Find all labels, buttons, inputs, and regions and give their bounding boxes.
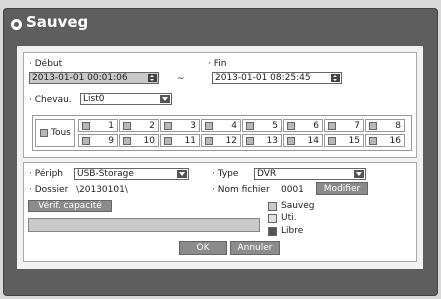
channel-number: 3 (190, 120, 196, 131)
channel-group: Tous 1 2 3 4 5 6 7 8 9 10 11 12 13 14 15 16 (32, 115, 412, 151)
channel-checkbox-15[interactable]: 15 (324, 134, 364, 147)
checkbox-icon[interactable] (123, 121, 131, 130)
fin-spinner-icon[interactable] (331, 74, 340, 82)
periph-label: · Périph (29, 169, 63, 179)
channel-grid: 1 2 3 4 5 6 7 8 9 10 11 12 13 14 15 16 (78, 119, 405, 147)
backup-icon (11, 19, 22, 30)
checkbox-icon[interactable] (205, 121, 213, 130)
legend-uti-swatch (268, 213, 277, 223)
debut-spinner-icon[interactable] (148, 74, 157, 82)
channel-number: 8 (395, 120, 401, 131)
channel-checkbox-7[interactable]: 7 (324, 119, 364, 132)
chevron-down-icon[interactable] (160, 95, 170, 103)
ok-button[interactable]: OK (179, 241, 227, 255)
content-panel: · Début 2013-01-01 00:01:06 ~ · Fin 2013… (17, 46, 423, 269)
tous-label: Tous (51, 128, 71, 138)
debut-label: · Début (29, 59, 63, 69)
channel-checkbox-10[interactable]: 10 (119, 134, 159, 147)
channel-checkbox-13[interactable]: 13 (242, 134, 282, 147)
checkbox-icon[interactable] (82, 121, 90, 130)
channel-checkbox-8[interactable]: 8 (365, 119, 405, 132)
fin-label: · Fin (208, 59, 227, 69)
legend-libre-swatch (268, 226, 277, 236)
annuler-button[interactable]: Annuler (230, 241, 280, 255)
checkbox-icon[interactable] (123, 136, 131, 145)
window-title: Sauveg (26, 13, 89, 31)
channel-checkbox-4[interactable]: 4 (201, 119, 241, 132)
checkbox-icon[interactable] (82, 136, 90, 145)
legend-libre-label: Libre (281, 226, 304, 236)
channel-number: 7 (354, 120, 360, 131)
cheval-label: · Chevau. (29, 95, 72, 105)
backup-window: Sauveg · Début 2013-01-01 00:01:06 ~ · F… (3, 8, 438, 296)
checkbox-icon[interactable] (164, 136, 172, 145)
checkbox-icon[interactable] (246, 136, 254, 145)
channel-number: 16 (389, 135, 401, 146)
checkbox-icon[interactable] (328, 121, 336, 130)
legend-sauveg-label: Sauveg (281, 201, 315, 211)
legend-uti: Uti. (268, 213, 296, 223)
channel-number: 12 (225, 135, 237, 146)
legend-sauveg: Sauveg (268, 201, 315, 211)
channel-number: 5 (272, 120, 278, 131)
checkbox-icon[interactable] (164, 121, 172, 130)
channel-checkbox-12[interactable]: 12 (201, 134, 241, 147)
periph-select[interactable]: USB-Storage (74, 168, 189, 180)
chevron-down-icon[interactable] (354, 170, 364, 178)
nom-fichier-value: 0001 (281, 185, 304, 195)
legend-libre: Libre (268, 226, 303, 236)
checkbox-icon[interactable] (287, 121, 295, 130)
channel-checkbox-2[interactable]: 2 (119, 119, 159, 132)
tous-checkbox[interactable]: Tous (35, 119, 75, 147)
channel-checkbox-14[interactable]: 14 (283, 134, 323, 147)
checkbox-icon[interactable] (328, 136, 336, 145)
checkbox-icon[interactable] (369, 136, 377, 145)
channel-checkbox-11[interactable]: 11 (160, 134, 200, 147)
channel-number: 11 (184, 135, 196, 146)
channel-checkbox-1[interactable]: 1 (78, 119, 118, 132)
legend-sauveg-swatch (268, 201, 277, 211)
cheval-select[interactable]: List0 (80, 93, 172, 105)
channel-number: 9 (108, 135, 114, 146)
channel-number: 4 (231, 120, 237, 131)
channel-checkbox-5[interactable]: 5 (242, 119, 282, 132)
tous-check-icon[interactable] (40, 129, 48, 137)
verif-capacite-button[interactable]: Vérif. capacité (28, 200, 112, 212)
channel-number: 14 (307, 135, 319, 146)
checkbox-icon[interactable] (369, 121, 377, 130)
channel-checkbox-9[interactable]: 9 (78, 134, 118, 147)
dossier-value: \20130101\ (76, 185, 128, 195)
nom-fichier-label: · Nom fichier (212, 185, 270, 195)
type-select[interactable]: DVR (254, 168, 366, 180)
channel-number: 13 (266, 135, 278, 146)
type-label: · Type (212, 169, 239, 179)
fin-value: 2013-01-01 08:25:45 (215, 73, 311, 83)
legend-uti-label: Uti. (281, 213, 297, 223)
dossier-label: · Dossier (29, 185, 69, 195)
type-value: DVR (257, 169, 277, 179)
channel-checkbox-6[interactable]: 6 (283, 119, 323, 132)
checkbox-icon[interactable] (246, 121, 254, 130)
periph-value: USB-Storage (77, 169, 134, 179)
channel-number: 10 (143, 135, 155, 146)
debut-field[interactable]: 2013-01-01 00:01:06 (29, 72, 159, 84)
channel-number: 6 (313, 120, 319, 131)
title-bar: Sauveg (3, 8, 438, 38)
debut-value: 2013-01-01 00:01:06 (32, 73, 128, 83)
time-channel-section: · Début 2013-01-01 00:01:06 ~ · Fin 2013… (23, 52, 417, 158)
cheval-value: List0 (83, 94, 105, 104)
channel-number: 2 (149, 120, 155, 131)
channel-number: 15 (348, 135, 360, 146)
channel-checkbox-16[interactable]: 16 (365, 134, 405, 147)
checkbox-icon[interactable] (287, 136, 295, 145)
channel-number: 1 (108, 120, 114, 131)
modifier-button[interactable]: Modifier (316, 182, 368, 195)
fin-field[interactable]: 2013-01-01 08:25:45 (212, 72, 342, 84)
checkbox-icon[interactable] (205, 136, 213, 145)
capacity-bar (28, 218, 260, 232)
chevron-down-icon[interactable] (177, 170, 187, 178)
range-separator: ~ (177, 74, 185, 84)
channel-checkbox-3[interactable]: 3 (160, 119, 200, 132)
